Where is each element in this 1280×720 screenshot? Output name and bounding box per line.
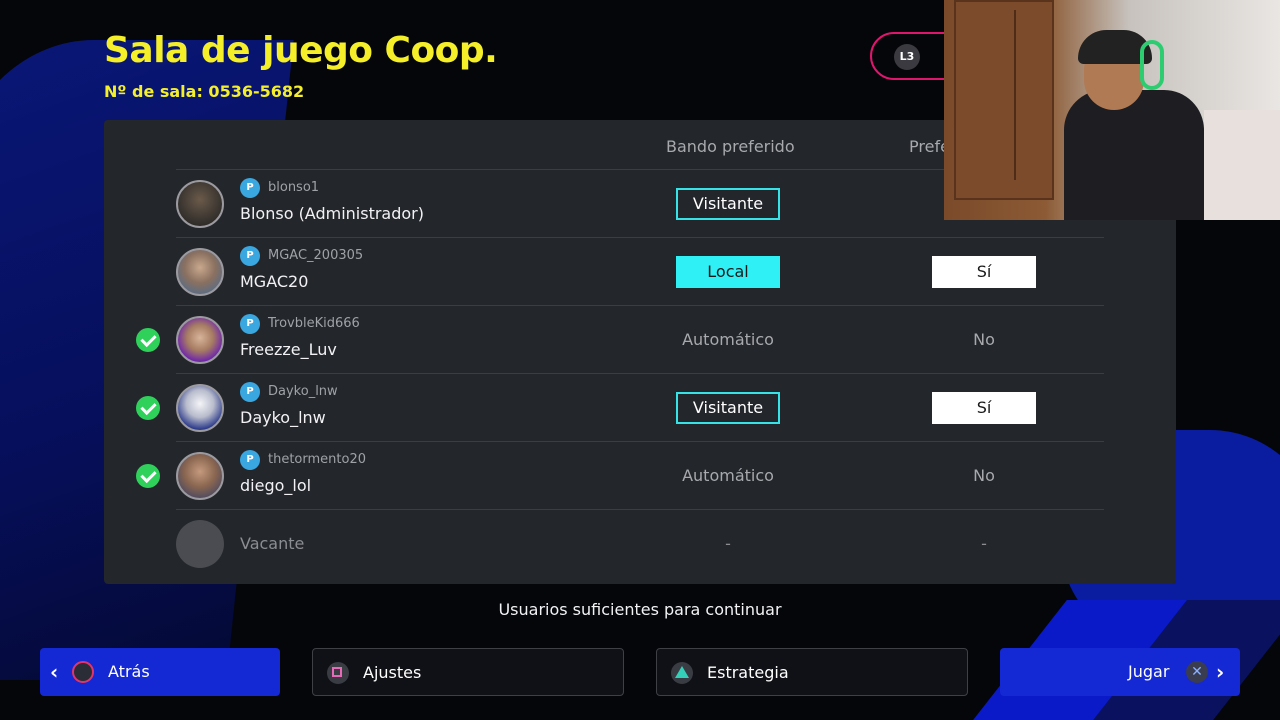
preferred-side-value: Automático xyxy=(682,330,774,349)
preference-value: No xyxy=(973,466,995,485)
psn-id: TrovbleKid666 xyxy=(268,316,360,331)
psn-id: MGAC_200305 xyxy=(268,248,364,263)
psn-id: Dayko_lnw xyxy=(268,384,338,399)
player-avatar xyxy=(176,248,224,296)
preferred-side-button[interactable]: Local xyxy=(676,256,780,288)
chevron-left-icon: ‹ xyxy=(50,660,59,684)
player-name: diego_lol xyxy=(240,476,312,495)
ready-check-icon xyxy=(136,328,160,352)
preferred-side-button[interactable]: Visitante xyxy=(676,188,780,220)
webcam-overlay xyxy=(944,0,1280,220)
strategy-button-label: Estrategia xyxy=(707,663,789,682)
player-name: Freezze_Luv xyxy=(240,340,337,359)
ready-check-icon xyxy=(136,464,160,488)
preferred-side-button[interactable]: Visitante xyxy=(676,392,780,424)
preference-value: No xyxy=(973,330,995,349)
strategy-button[interactable]: Estrategia xyxy=(656,648,968,696)
room-number: Nº de sala: 0536-5682 xyxy=(104,82,305,101)
back-button-label: Atrás xyxy=(108,662,150,681)
l3-button-icon: L3 xyxy=(894,44,920,70)
back-button[interactable]: ‹ Atrás xyxy=(40,648,280,696)
player-avatar xyxy=(176,316,224,364)
psn-id: thetormento20 xyxy=(268,452,366,467)
page-title: Sala de juego Coop. xyxy=(104,30,498,71)
playstation-icon: P xyxy=(240,246,260,266)
webcam-wardrobe xyxy=(954,0,1054,200)
player-row[interactable]: P Dayko_lnw Dayko_lnw Visitante Sí xyxy=(104,374,1176,442)
player-name: MGAC20 xyxy=(240,272,309,291)
player-avatar xyxy=(176,180,224,228)
triangle-button-icon xyxy=(671,662,693,684)
preferred-side-value: - xyxy=(725,534,731,553)
webcam-wardrobe-seam xyxy=(1014,10,1016,180)
player-avatar xyxy=(176,384,224,432)
preference-value: - xyxy=(981,534,987,553)
vacant-avatar xyxy=(176,520,224,568)
player-row[interactable]: P MGAC_200305 MGAC20 Local Sí xyxy=(104,238,1176,306)
playstation-icon: P xyxy=(240,178,260,198)
settings-button-label: Ajustes xyxy=(363,663,422,682)
player-name: Blonso (Administrador) xyxy=(240,204,424,223)
playstation-icon: P xyxy=(240,450,260,470)
webcam-bed xyxy=(1204,110,1280,220)
play-button[interactable]: Jugar ✕ › xyxy=(1000,648,1240,696)
player-row[interactable]: P thetormento20 diego_lol Automático No xyxy=(104,442,1176,510)
playstation-icon: P xyxy=(240,314,260,334)
settings-button[interactable]: Ajustes xyxy=(312,648,624,696)
preferred-side-value: Automático xyxy=(682,466,774,485)
preference-button[interactable]: Sí xyxy=(932,256,1036,288)
column-header-side: Bando preferido xyxy=(666,137,795,156)
webcam-headset xyxy=(1140,40,1164,90)
cross-button-icon: ✕ xyxy=(1186,661,1208,683)
vacant-row[interactable]: Vacante - - xyxy=(104,510,1176,578)
player-avatar xyxy=(176,452,224,500)
play-button-label: Jugar xyxy=(1128,662,1170,681)
player-name: Dayko_lnw xyxy=(240,408,326,427)
preference-button[interactable]: Sí xyxy=(932,392,1036,424)
circle-button-icon xyxy=(72,661,94,683)
playstation-icon: P xyxy=(240,382,260,402)
square-button-icon xyxy=(327,662,349,684)
psn-id: blonso1 xyxy=(268,180,320,195)
status-message: Usuarios suficientes para continuar xyxy=(498,600,782,619)
chevron-right-icon: › xyxy=(1216,660,1225,684)
webcam-person xyxy=(1064,90,1204,220)
vacant-label: Vacante xyxy=(240,534,305,553)
player-row[interactable]: P TrovbleKid666 Freezze_Luv Automático N… xyxy=(104,306,1176,374)
ready-check-icon xyxy=(136,396,160,420)
